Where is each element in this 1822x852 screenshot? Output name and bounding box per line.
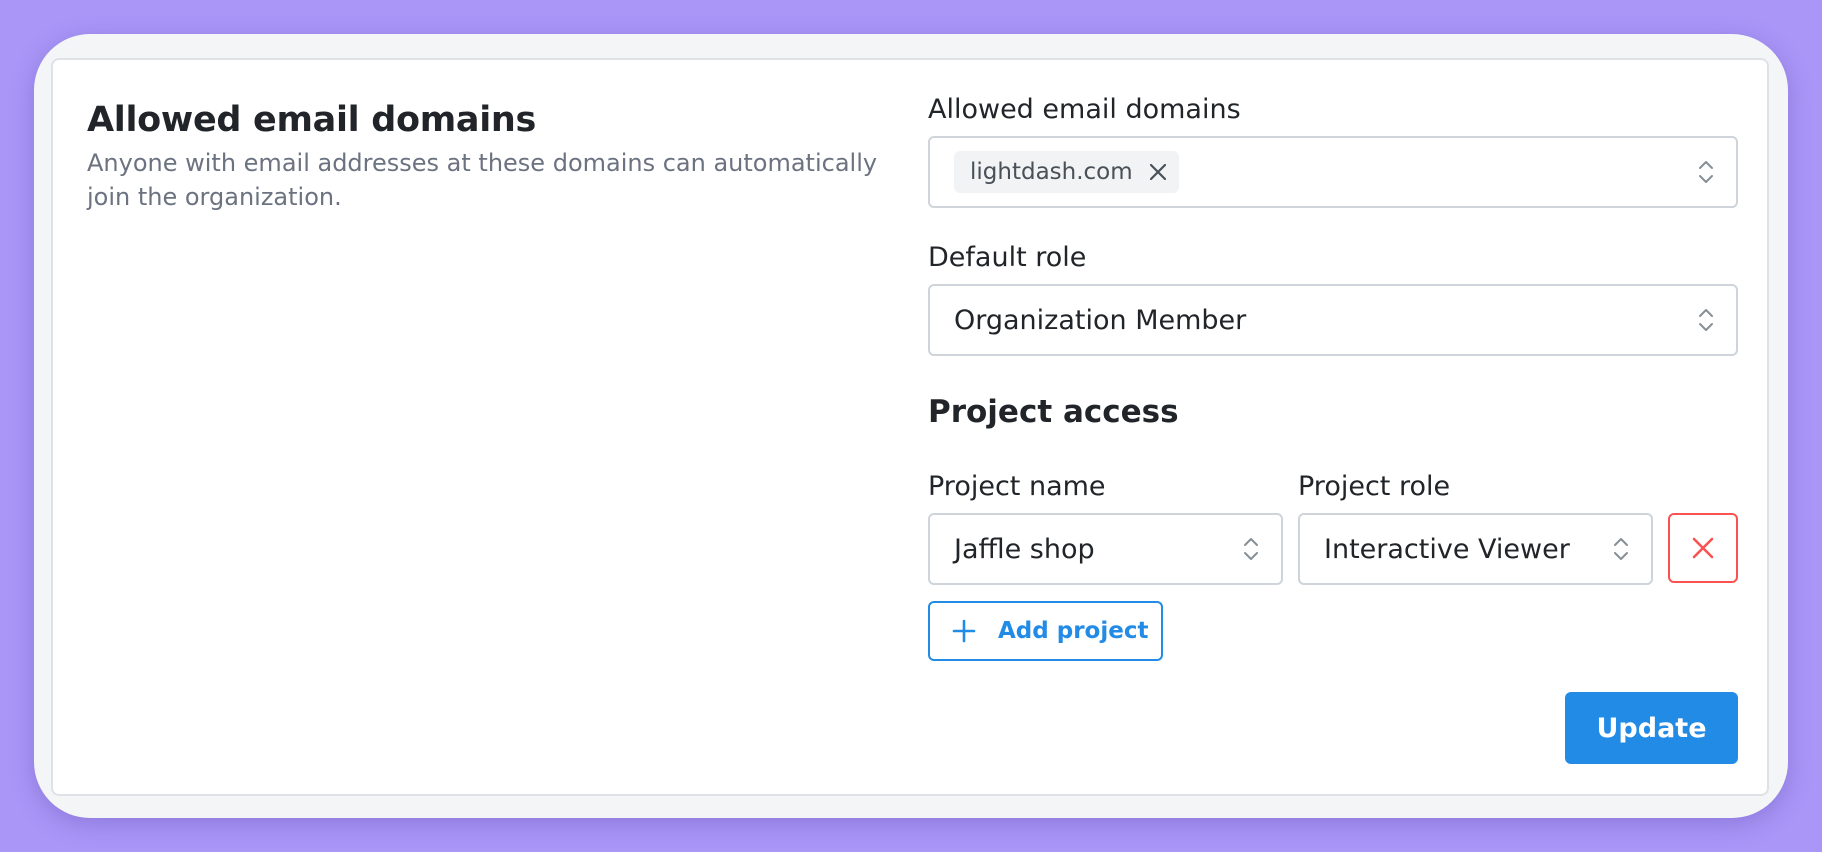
project-role-select[interactable]: Interactive Viewer <box>1298 513 1653 585</box>
add-project-label: Add project <box>998 618 1149 644</box>
project-name-select[interactable]: Jaffle shop <box>928 513 1283 585</box>
close-icon[interactable] <box>1147 161 1169 183</box>
domain-tag: lightdash.com <box>954 151 1179 193</box>
add-project-button[interactable]: Add project <box>928 601 1163 661</box>
plus-icon <box>952 619 976 643</box>
project-name-label: Project name <box>928 471 1106 502</box>
section-description: Anyone with email addresses at these dom… <box>87 149 878 211</box>
section-title: Allowed email domains <box>87 100 537 140</box>
project-role-label: Project role <box>1298 471 1451 502</box>
remove-project-button[interactable] <box>1668 513 1738 583</box>
domains-multiselect[interactable]: lightdash.com <box>928 136 1738 208</box>
chevron-selector-icon <box>1698 306 1714 334</box>
settings-card: Allowed email domains Anyone with email … <box>51 58 1769 796</box>
default-role-label: Default role <box>928 242 1087 273</box>
default-role-value: Organization Member <box>954 304 1247 336</box>
domains-label: Allowed email domains <box>928 94 1241 125</box>
project-access-title: Project access <box>928 394 1179 430</box>
project-role-value: Interactive Viewer <box>1324 533 1570 565</box>
default-role-select[interactable]: Organization Member <box>928 284 1738 356</box>
chevron-selector-icon <box>1243 535 1259 563</box>
chevron-selector-icon <box>1698 158 1714 186</box>
chevron-selector-icon <box>1613 535 1629 563</box>
close-icon <box>1692 537 1714 559</box>
project-name-value: Jaffle shop <box>954 533 1095 565</box>
update-button[interactable]: Update <box>1565 692 1738 764</box>
domain-tag-label: lightdash.com <box>970 159 1133 185</box>
